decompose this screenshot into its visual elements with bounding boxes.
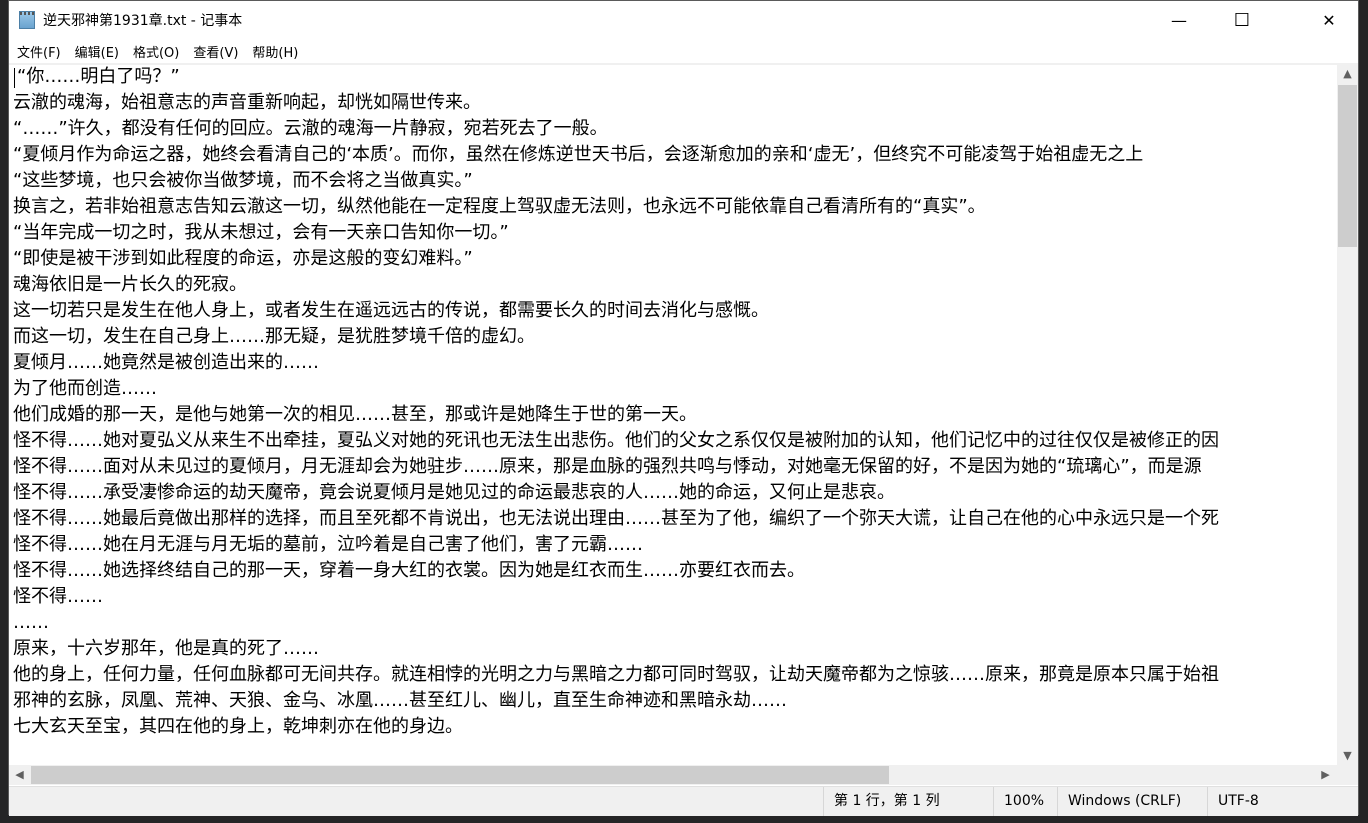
text-line: 原来，十六岁那年，他是真的死了…… [13, 638, 319, 659]
menu-edit[interactable]: 编辑(E) [75, 42, 119, 61]
zoom-level: 100% [993, 787, 1057, 816]
title-bar[interactable]: 逆天邪神第1931章.txt - 记事本 — ☐ ✕ [9, 1, 1358, 39]
minimize-button[interactable]: — [1150, 1, 1208, 39]
notepad-icon [19, 11, 35, 29]
text-line: 怪不得……承受凄惨命运的劫天魔帝，竟会说夏倾月是她见过的命运最悲哀的人……她的命… [13, 482, 895, 503]
cursor-position: 第 1 行，第 1 列 [823, 787, 993, 816]
scroll-right-icon[interactable]: ▶ [1315, 768, 1336, 781]
status-bar: 第 1 行，第 1 列 100% Windows (CRLF) UTF-8 [9, 786, 1358, 816]
text-line: “你……明白了吗？” [17, 66, 180, 87]
menu-format[interactable]: 格式(O) [133, 42, 179, 61]
text-line: “即使是被干涉到如此程度的命运，亦是这般的变幻难料。” [13, 248, 473, 269]
encoding: UTF-8 [1207, 787, 1347, 816]
menu-bar: 文件(F) 编辑(E) 格式(O) 查看(V) 帮助(H) [9, 39, 1358, 65]
text-editor[interactable]: “你……明白了吗？” 云澈的魂海，始祖意志的声音重新响起，却恍如隔世传来。 “……”… [9, 64, 1337, 765]
horizontal-scrollbar[interactable]: ◀ ▶ [9, 765, 1337, 785]
text-line: “……”许久，都没有任何的回应。云澈的魂海一片静寂，宛若死去了一般。 [13, 118, 608, 139]
text-line: 七大玄天至宝，其四在他的身上，乾坤刺亦在他的身边。 [13, 716, 463, 737]
text-line: …… [13, 612, 49, 633]
menu-help[interactable]: 帮助(H) [252, 42, 298, 61]
text-line: 换言之，若非始祖意志告知云澈这一切，纵然他能在一定程度上驾驭虚无法则，也永远不可… [13, 196, 986, 217]
horizontal-scroll-thumb[interactable] [31, 766, 889, 784]
text-line: “夏倾月作为命运之器，她终会看清自己的‘本质’。而你，虽然在修炼逆世天书后，会逐… [13, 144, 1144, 165]
text-line: 怪不得……她对夏弘义从来生不出牵挂，夏弘义对她的死讯也无法生出悲伤。他们的父女之… [13, 430, 1219, 451]
text-line: 怪不得……面对从未见过的夏倾月，月无涯却会为她驻步……原来，那是血脉的强烈共鸣与… [13, 456, 1202, 477]
text-line: 他们成婚的那一天，是他与她第一次的相见……甚至，那或许是她降生于世的第一天。 [13, 404, 697, 425]
vertical-scroll-thumb[interactable] [1338, 85, 1357, 247]
notepad-window: 逆天邪神第1931章.txt - 记事本 — ☐ ✕ 文件(F) 编辑(E) 格… [8, 0, 1359, 816]
text-line: 他的身上，任何力量，任何血脉都可无间共存。就连相悖的光明之力与黑暗之力都可同时驾… [13, 664, 1219, 685]
window-title: 逆天邪神第1931章.txt - 记事本 [43, 13, 243, 29]
text-line: 夏倾月……她竟然是被创造出来的…… [13, 352, 319, 373]
menu-file[interactable]: 文件(F) [17, 42, 61, 61]
text-line: “这些梦境，也只会被你当做梦境，而不会将之当做真实。” [13, 170, 473, 191]
text-line: 怪不得…… [13, 586, 103, 607]
text-line: 这一切若只是发生在他人身上，或者发生在遥远远古的传说，都需要长久的时间去消化与感… [13, 300, 769, 321]
text-caret [14, 68, 15, 88]
scroll-down-icon[interactable]: ▼ [1337, 749, 1358, 762]
menu-view[interactable]: 查看(V) [193, 42, 238, 61]
maximize-button[interactable]: ☐ [1213, 1, 1271, 39]
scrollbar-corner [1337, 765, 1358, 785]
text-line: 怪不得……她在月无涯与月无垢的墓前，泣吟着是自己害了他们，害了元霸…… [13, 534, 643, 555]
scroll-left-icon[interactable]: ◀ [9, 768, 30, 781]
close-button[interactable]: ✕ [1300, 1, 1358, 39]
text-line: “当年完成一切之时，我从未想过，会有一天亲口告知你一切。” [13, 222, 509, 243]
text-line: 而这一切，发生在自己身上……那无疑，是犹胜梦境千倍的虚幻。 [13, 326, 535, 347]
text-line: 怪不得……她选择终结自己的那一天，穿着一身大红的衣裳。因为她是红衣而生……亦要红… [13, 560, 805, 581]
text-line: 云澈的魂海，始祖意志的声音重新响起，却恍如隔世传来。 [13, 92, 481, 113]
text-line: 为了他而创造…… [13, 378, 157, 399]
text-line: 魂海依旧是一片长久的死寂。 [13, 274, 247, 295]
line-ending: Windows (CRLF) [1057, 787, 1207, 816]
text-line: 邪神的玄脉，凤凰、荒神、天狼、金乌、冰凰……甚至红儿、幽儿，直至生命神迹和黑暗永… [13, 690, 787, 711]
text-line: 怪不得……她最后竟做出那样的选择，而且至死都不肯说出，也无法说出理由……甚至为了… [13, 508, 1219, 529]
scroll-up-icon[interactable]: ▲ [1337, 67, 1358, 80]
vertical-scrollbar[interactable]: ▲ ▼ [1337, 64, 1358, 765]
